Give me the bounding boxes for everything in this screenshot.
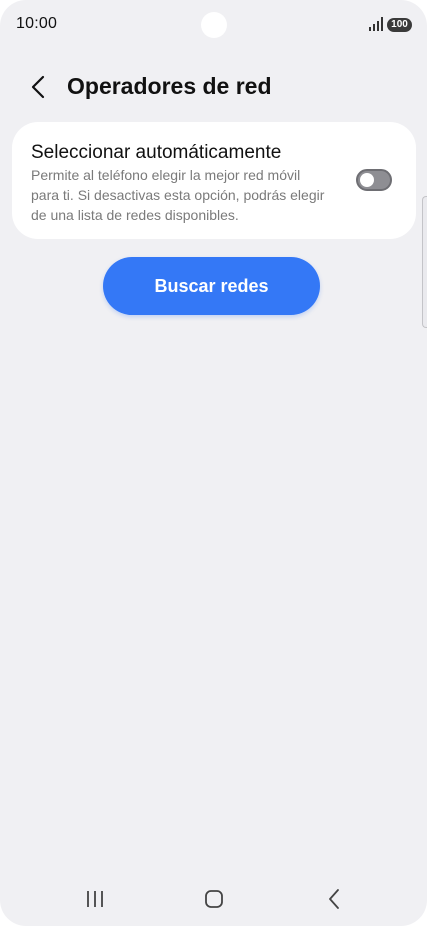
home-icon: [205, 890, 223, 908]
auto-select-description: Permite al teléfono elegir la mejor red …: [31, 167, 325, 223]
chevron-left-icon: [31, 75, 45, 99]
back-button[interactable]: [26, 73, 52, 101]
status-time: 10:00: [16, 15, 58, 32]
page-title: Operadores de red: [67, 73, 272, 99]
navigation-bar: [0, 876, 427, 922]
phone-screen: 10:00 100 Operadores de red Seleccionar …: [0, 0, 427, 926]
signal-icon: [369, 17, 383, 31]
toggle-knob: [360, 173, 374, 187]
front-camera: [201, 12, 227, 38]
search-networks-button[interactable]: Buscar redes: [103, 257, 320, 315]
recents-icon: [87, 891, 103, 907]
recents-button[interactable]: [80, 886, 110, 912]
edge-panel-handle[interactable]: [422, 196, 427, 328]
nav-back-button[interactable]: [319, 886, 349, 912]
home-button[interactable]: [199, 886, 229, 912]
auto-select-toggle[interactable]: [356, 169, 392, 191]
battery-icon: 100: [387, 18, 412, 32]
auto-select-title: Seleccionar automáticamente: [31, 142, 282, 163]
back-icon: [329, 889, 339, 909]
status-bar: 10:00 100: [0, 0, 427, 50]
auto-select-card[interactable]: Seleccionar automáticamente Permite al t…: [12, 122, 416, 239]
